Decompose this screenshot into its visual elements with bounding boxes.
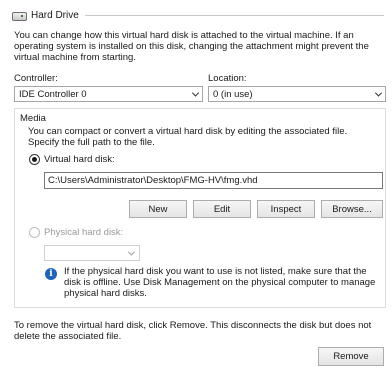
section-title: Hard Drive [31, 9, 79, 21]
vhd-path-input[interactable]: C:\Users\Administrator\Desktop\FMG-HV\fm… [44, 172, 383, 189]
virtual-hard-disk-radio[interactable] [29, 154, 40, 165]
remove-description: To remove the virtual hard disk, click R… [14, 320, 372, 342]
physical-disk-info: If the physical hard disk you want to us… [64, 266, 376, 299]
remove-button[interactable]: Remove [318, 347, 384, 366]
chevron-down-icon [371, 87, 385, 101]
physical-hard-disk-radio[interactable] [29, 227, 40, 238]
media-description: You can compact or convert a virtual har… [28, 126, 348, 148]
chevron-down-icon [188, 87, 202, 101]
controller-dropdown[interactable]: IDE Controller 0 [14, 86, 203, 102]
inspect-button[interactable]: Inspect [257, 200, 315, 218]
edit-button[interactable]: Edit [193, 200, 251, 218]
info-icon: i [45, 268, 57, 280]
section-header: Hard Drive [12, 8, 384, 22]
media-title: Media [20, 113, 46, 124]
hard-drive-icon [12, 11, 27, 21]
new-button[interactable]: New [129, 200, 187, 218]
chevron-down-icon [125, 247, 138, 260]
controller-value: IDE Controller 0 [19, 88, 87, 100]
attachment-description: You can change how this virtual hard dis… [14, 30, 369, 63]
location-dropdown[interactable]: 0 (in use) [208, 86, 386, 102]
physical-disk-dropdown[interactable] [44, 245, 140, 261]
physical-hard-disk-label[interactable]: Physical hard disk: [44, 227, 123, 238]
controller-label: Controller: [14, 73, 58, 84]
virtual-hard-disk-label[interactable]: Virtual hard disk: [44, 154, 115, 165]
browse-button[interactable]: Browse... [321, 200, 383, 218]
location-label: Location: [208, 73, 247, 84]
radio-selected-dot [32, 157, 37, 162]
header-divider [84, 14, 384, 16]
location-value: 0 (in use) [213, 88, 253, 100]
